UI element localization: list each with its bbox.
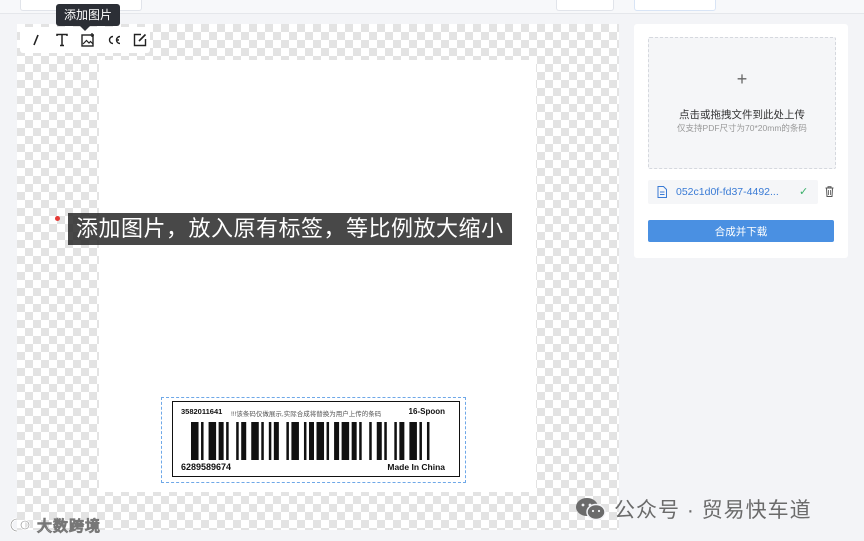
check-icon: ✓ bbox=[799, 186, 809, 198]
label-sku: 16-Spoon bbox=[408, 407, 445, 416]
barcode-bar bbox=[251, 422, 259, 460]
brand-logo-icon bbox=[9, 517, 31, 533]
barcode-bar bbox=[273, 422, 279, 460]
watermark-right: 公众号 · 贸易快车道 bbox=[574, 494, 812, 524]
file-name: 052c1d0f-fd37-4492... bbox=[676, 186, 779, 198]
text-icon bbox=[56, 33, 68, 47]
barcode-bar bbox=[303, 422, 307, 460]
line-tool[interactable] bbox=[26, 30, 46, 50]
uploaded-file[interactable]: 052c1d0f-fd37-4492... ✓ bbox=[648, 180, 818, 204]
barcode-bar bbox=[201, 422, 204, 460]
upload-title: 点击或拖拽文件到此处上传 bbox=[679, 109, 805, 121]
add-image-tool[interactable] bbox=[78, 30, 98, 50]
barcode-bar bbox=[308, 422, 314, 460]
ce-mark-tool[interactable] bbox=[104, 30, 124, 50]
barcode-bar bbox=[409, 422, 417, 460]
barcode-bar bbox=[419, 422, 422, 460]
label-origin: Made In China bbox=[387, 462, 445, 472]
top-button[interactable] bbox=[556, 0, 614, 11]
label-note: !!!该条码仅做展示,实际合成将替换为用户上传的条码 bbox=[231, 411, 382, 418]
wechat-icon bbox=[576, 498, 606, 521]
barcode-bar bbox=[394, 422, 397, 460]
barcode-bar bbox=[376, 422, 382, 460]
barcode-bar bbox=[426, 422, 430, 460]
barcode-bar bbox=[286, 422, 289, 460]
barcode-bar bbox=[191, 422, 199, 460]
barcode-bar bbox=[341, 422, 350, 460]
barcode-bar bbox=[384, 422, 387, 460]
watermark-left-text: 大数跨境 bbox=[37, 517, 102, 535]
barcode-bar bbox=[241, 422, 247, 460]
video-caption: 添加图片，放入原有标签，等比例放大缩小 bbox=[68, 213, 512, 245]
barcode-bar bbox=[268, 422, 272, 460]
barcode-bar bbox=[369, 422, 372, 460]
text-tool[interactable] bbox=[52, 30, 72, 50]
label-code-bottom: 6289589674 bbox=[181, 462, 232, 472]
upload-hint: 仅支持PDF尺寸为70*20mm的条码 bbox=[677, 123, 807, 133]
top-bar bbox=[0, 0, 864, 14]
barcode-bar bbox=[316, 422, 325, 460]
barcode-bar bbox=[261, 422, 264, 460]
plus-icon: + bbox=[736, 69, 748, 89]
barcode-bar bbox=[218, 422, 224, 460]
barcode-bar bbox=[208, 422, 217, 460]
barcode-bar bbox=[399, 422, 405, 460]
barcode-bar bbox=[351, 422, 357, 460]
barcode-bar bbox=[226, 422, 229, 460]
edit-icon bbox=[133, 33, 147, 47]
watermark-left: 大数跨境 bbox=[0, 514, 101, 536]
upload-dropzone[interactable]: + 点击或拖拽文件到此处上传 仅支持PDF尺寸为70*20mm的条码 bbox=[648, 37, 836, 169]
file-icon bbox=[657, 186, 667, 198]
line-icon bbox=[33, 34, 39, 46]
barcode-bar bbox=[236, 422, 239, 460]
barcode-bar bbox=[359, 422, 362, 460]
tooltip-add-image: 添加图片 bbox=[56, 4, 121, 31]
panel-top-button[interactable] bbox=[634, 0, 716, 11]
compose-download-button[interactable]: 合成并下载 bbox=[648, 220, 834, 242]
barcode-bar bbox=[326, 422, 330, 460]
cursor-dot bbox=[55, 216, 60, 221]
ce-mark-icon bbox=[108, 35, 121, 45]
label-code-top: 3582011641 bbox=[181, 407, 223, 416]
edit-tool[interactable] bbox=[130, 30, 150, 50]
add-image-icon bbox=[81, 33, 94, 47]
trash-icon[interactable] bbox=[825, 186, 834, 197]
barcode-bar bbox=[334, 422, 340, 460]
barcode-label[interactable]: 3582011641 !!!该条码仅做展示,实际合成将替换为用户上传的条码 16… bbox=[172, 401, 460, 477]
watermark-right-text: 公众号 · 贸易快车道 bbox=[614, 499, 812, 522]
barcode-bars bbox=[191, 422, 430, 460]
barcode-bar bbox=[291, 422, 299, 460]
